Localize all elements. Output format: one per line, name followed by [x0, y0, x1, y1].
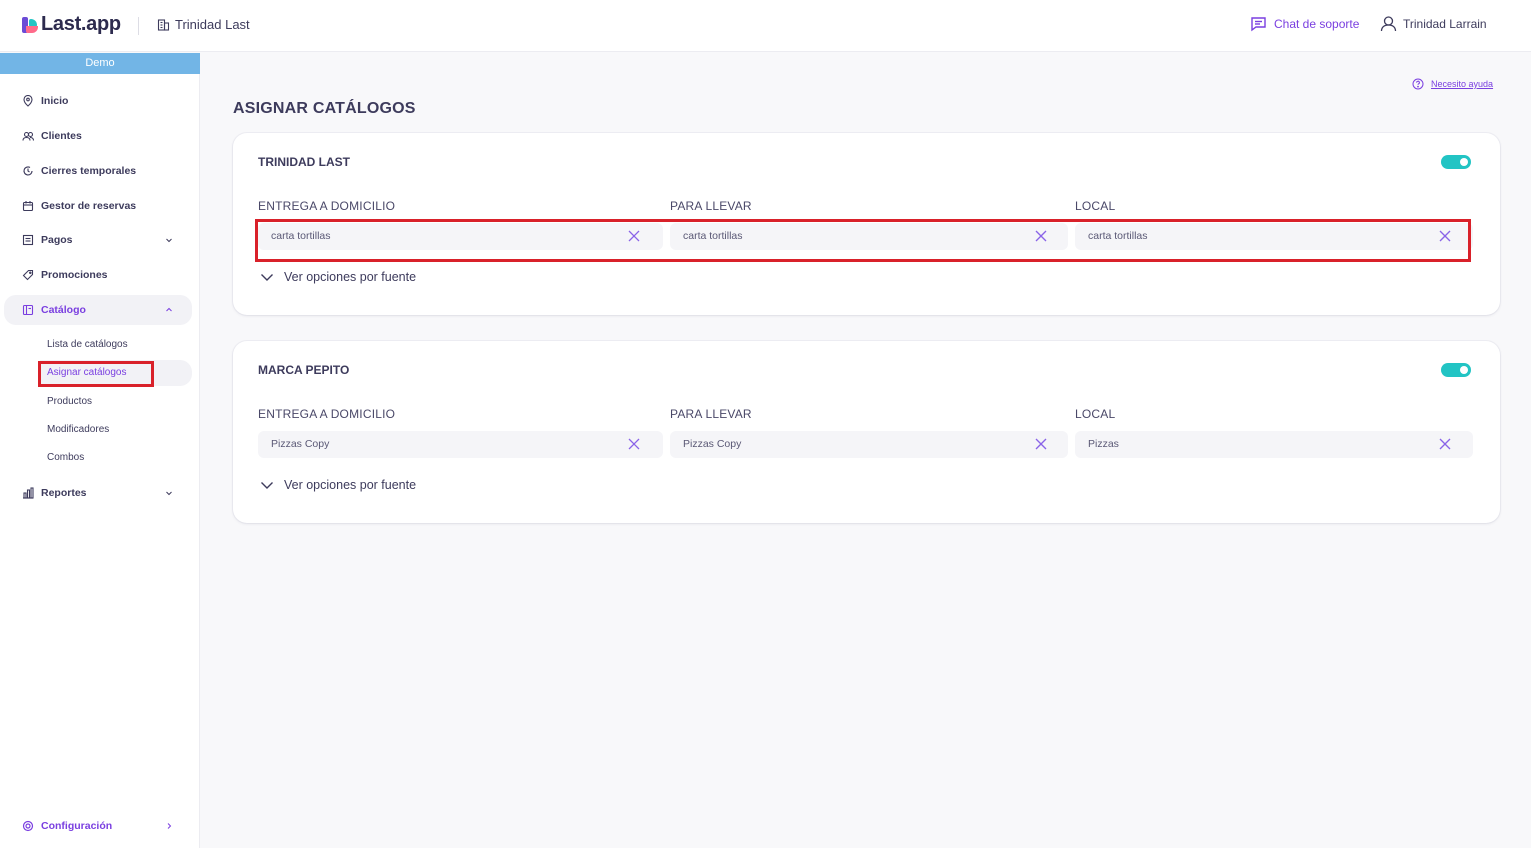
catalog-select-takeaway[interactable]: Pizzas Copy: [670, 431, 1068, 458]
clock-icon: [23, 166, 33, 176]
catalog-select-local[interactable]: Pizzas: [1075, 431, 1473, 458]
expand-label: Ver opciones por fuente: [284, 478, 417, 492]
highlight-box: [38, 361, 154, 387]
sub-item-lista-catalogos[interactable]: Lista de catálogos: [47, 339, 128, 350]
expand-label: Ver opciones por fuente: [284, 270, 417, 284]
chevron-up-icon: [166, 307, 172, 312]
sidebar-item-label: Pagos: [41, 234, 73, 246]
card-title: TRINIDAD LAST: [258, 155, 350, 169]
column-label: ENTREGA A DOMICILIO: [258, 199, 396, 213]
logo-mark-icon: [22, 16, 38, 34]
expand-sources-toggle[interactable]: Ver opciones por fuente: [260, 270, 416, 284]
bar-chart-icon: [23, 487, 34, 499]
location-pin-icon: [23, 95, 33, 107]
sidebar-item-label: Gestor de reservas: [41, 200, 137, 212]
sidebar-item-label: Clientes: [41, 130, 82, 142]
sidebar-item-pagos[interactable]: Pagos: [0, 225, 200, 255]
brand-toggle[interactable]: [1441, 363, 1471, 377]
support-label: Chat de soporte: [1274, 17, 1360, 31]
sub-item-combos[interactable]: Combos: [47, 452, 84, 463]
clear-icon[interactable]: [627, 437, 641, 451]
sidebar-item-clientes[interactable]: Clientes: [0, 121, 200, 151]
card-title: MARCA PEPITO: [258, 363, 350, 377]
sidebar-item-label: Configuración: [41, 820, 113, 832]
divider: [138, 17, 139, 35]
select-value: Pizzas: [1088, 438, 1119, 450]
sidebar-item-label: Promociones: [41, 269, 108, 281]
column-label: LOCAL: [1075, 199, 1116, 213]
user-menu[interactable]: Trinidad Larrain: [1380, 15, 1487, 32]
clear-icon[interactable]: [1438, 437, 1452, 451]
sidebar-item-reservas[interactable]: Gestor de reservas: [0, 191, 200, 221]
settings-icon: [22, 820, 34, 832]
sidebar-item-configuracion[interactable]: Configuración: [0, 811, 200, 841]
tag-icon: [22, 269, 34, 281]
brand-card: MARCA PEPITO ENTREGA A DOMICILIO PARA LL…: [233, 341, 1500, 523]
expand-sources-toggle[interactable]: Ver opciones por fuente: [260, 478, 416, 492]
column-label: ENTREGA A DOMICILIO: [258, 407, 396, 421]
sidebar-item-label: Catálogo: [41, 304, 86, 316]
chevron-down-icon: [166, 491, 172, 496]
clear-icon[interactable]: [1034, 437, 1048, 451]
sidebar-item-label: Reportes: [41, 487, 87, 499]
brand-toggle[interactable]: [1441, 155, 1471, 169]
sub-item-modificadores[interactable]: Modificadores: [47, 424, 109, 435]
catalog-select-delivery[interactable]: Pizzas Copy: [258, 431, 663, 458]
sidebar-item-catalogo[interactable]: Catálogo: [4, 295, 192, 325]
sidebar-item-label: Cierres temporales: [41, 165, 137, 177]
location-name: Trinidad Last: [175, 17, 250, 32]
chat-icon: [1251, 17, 1266, 32]
users-icon: [22, 131, 34, 141]
sidebar-item-label: Inicio: [41, 95, 69, 107]
help-label: Necesito ayuda: [1431, 79, 1494, 89]
sub-item-productos[interactable]: Productos: [47, 396, 92, 407]
sidebar-item-inicio[interactable]: Inicio: [0, 86, 200, 116]
column-label: PARA LLEVAR: [670, 407, 752, 421]
column-label: PARA LLEVAR: [670, 199, 752, 213]
logo-text: Last.app: [41, 13, 121, 35]
sidebar-item-reportes[interactable]: Reportes: [0, 478, 200, 508]
user-icon: [1380, 16, 1397, 32]
building-icon: [157, 19, 170, 31]
demo-banner: Demo: [0, 53, 200, 74]
sidebar: Demo Inicio Clientes Cierres temporales …: [0, 53, 200, 848]
top-bar: Last.app Trinidad Last Chat de soporte T…: [0, 0, 1531, 52]
sidebar-item-cierres[interactable]: Cierres temporales: [0, 156, 200, 186]
question-icon: [1412, 78, 1424, 90]
page-title: ASIGNAR CATÁLOGOS: [233, 100, 416, 117]
select-value: Pizzas Copy: [271, 438, 330, 450]
chevron-down-icon: [261, 274, 273, 281]
calendar-icon: [22, 201, 34, 212]
app-logo[interactable]: Last.app: [22, 13, 121, 36]
receipt-icon: [22, 234, 34, 246]
catalog-icon: [22, 304, 34, 316]
support-chat-link[interactable]: Chat de soporte: [1250, 16, 1359, 32]
brand-card: TRINIDAD LAST ENTREGA A DOMICILIO PARA L…: [233, 133, 1500, 315]
user-name: Trinidad Larrain: [1403, 16, 1487, 31]
chevron-right-icon: [167, 823, 172, 829]
help-link[interactable]: Necesito ayuda: [1412, 78, 1493, 90]
chevron-down-icon: [261, 482, 273, 489]
location-selector[interactable]: Trinidad Last: [157, 17, 250, 32]
column-label: LOCAL: [1075, 407, 1116, 421]
highlight-box: [255, 219, 1471, 262]
sidebar-item-promociones[interactable]: Promociones: [0, 260, 200, 290]
select-value: Pizzas Copy: [683, 438, 742, 450]
chevron-down-icon: [166, 238, 172, 243]
